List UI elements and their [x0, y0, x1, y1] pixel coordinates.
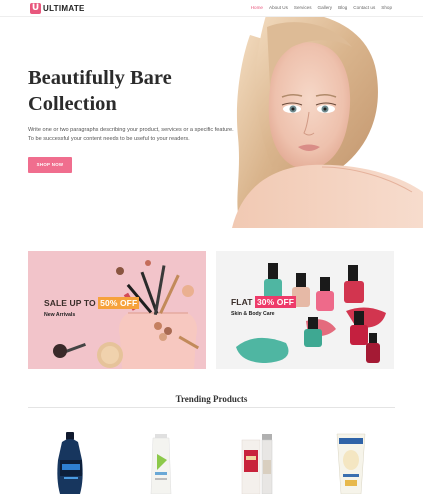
makeup-bag-image — [53, 260, 200, 369]
nav-item-contact-us[interactable]: Contact us — [353, 5, 375, 10]
shop-now-button[interactable]: SHOP NOW — [28, 157, 72, 173]
product-card-lotion-tube[interactable] — [333, 430, 373, 494]
serum-box-icon — [241, 434, 273, 494]
main-nav: Home About Us Services Gallery Blog Cont… — [251, 5, 392, 10]
promo-left-headline-prefix: SALE UP TO — [44, 298, 99, 308]
nail-polish-image — [236, 263, 386, 363]
logo[interactable]: U ULTIMATE — [30, 2, 85, 14]
nav-item-about-us[interactable]: About Us — [269, 5, 288, 10]
hero-title: Beautifully Bare Collection — [28, 65, 228, 117]
product-card-cream-tube[interactable] — [145, 430, 185, 494]
promo-right-headline: FLAT 30% OFF — [231, 296, 297, 308]
body-wash-bottle-icon — [57, 432, 83, 494]
product-card-body-wash[interactable] — [52, 430, 92, 494]
hero-description-line2: To be successful your content needs to b… — [28, 136, 190, 142]
logo-mark-icon: U — [30, 2, 41, 14]
promo-left-subtitle: New Arrivals — [44, 312, 76, 318]
hero-model-image — [172, 17, 423, 228]
nav-item-shop[interactable]: Shop — [381, 5, 392, 10]
logo-text: ULTIMATE — [43, 3, 85, 13]
cream-tube-icon — [150, 434, 172, 494]
trending-divider — [28, 407, 395, 408]
trending-products-heading: Trending Products — [175, 394, 248, 404]
hero-description-line1: Write one or two paragraphs describing y… — [28, 127, 234, 133]
lotion-tube-icon — [336, 433, 366, 494]
promo-banner-skin-body-care[interactable]: FLAT 30% OFF Skin & Body Care — [216, 251, 394, 369]
promo-banner-new-arrivals[interactable]: SALE UP TO 50% OFF New Arrivals — [28, 251, 206, 369]
product-card-serum-box[interactable] — [238, 430, 278, 494]
nav-item-blog[interactable]: Blog — [338, 5, 347, 10]
nav-item-services[interactable]: Services — [294, 5, 312, 10]
nav-item-gallery[interactable]: Gallery — [318, 5, 333, 10]
hero-description: Write one or two paragraphs describing y… — [28, 126, 268, 144]
promo-left-discount: 50% OFF — [98, 297, 140, 309]
site-header: U ULTIMATE Home About Us Services Galler… — [0, 0, 423, 17]
promo-right-discount: 30% OFF — [254, 296, 297, 308]
hero-section: Beautifully Bare Collection Write one or… — [0, 17, 423, 228]
hero-title-line1: Beautifully Bare — [28, 67, 172, 89]
hero-title-line2: Collection — [28, 93, 117, 115]
trending-products-list — [0, 430, 423, 494]
nav-item-home[interactable]: Home — [251, 5, 263, 10]
promo-left-headline: SALE UP TO 50% OFF — [44, 297, 140, 309]
promo-right-subtitle: Skin & Body Care — [231, 311, 275, 317]
promo-right-headline-prefix: FLAT — [231, 297, 255, 307]
